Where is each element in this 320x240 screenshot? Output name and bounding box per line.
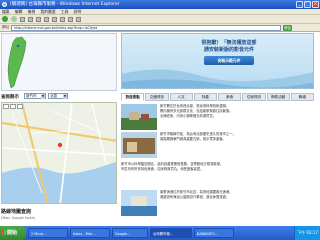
clock: 下午 03:17 — [297, 230, 318, 235]
refresh-icon[interactable] — [28, 16, 33, 22]
text-line: 北埔老街、內灣小鎮等觀光資源豐富。 — [160, 114, 217, 118]
stop-icon[interactable] — [20, 16, 25, 22]
district-value: 北區 — [50, 94, 58, 98]
start-button[interactable]: 開始 — [0, 226, 26, 240]
tab-culture[interactable]: 人文 — [169, 93, 193, 101]
taskbar: 開始 2 Micro... Inbox - Micr... Google... … — [0, 226, 320, 240]
pan-icon[interactable] — [17, 104, 23, 109]
left-column: 查詢縣市 新竹市 ▼ 北區 ▼ 路線地圖查詢 (Map: Google Eart… — [0, 32, 118, 226]
address-bar: 網址 http://inforce.moi.gov.tw/index.asp?t… — [0, 24, 320, 32]
tab-lodging[interactable]: 住宿資訊 — [242, 93, 266, 101]
menu-edit[interactable]: 編輯 — [15, 9, 23, 14]
banner-message: 很抱歉！「無法播放這部 — [201, 40, 257, 46]
text-line: 城隍廟與東門城為重要古蹟，吸引眾多遊客。 — [160, 137, 226, 141]
back-icon[interactable] — [2, 16, 8, 22]
taskbar-item-active[interactable]: 台灣縣市服... — [150, 228, 192, 238]
url-field[interactable]: http://inforce.moi.gov.tw/index.asp?tmp=… — [11, 24, 282, 31]
mail-icon[interactable] — [68, 16, 73, 22]
menu-favorites[interactable]: 我的最愛 — [40, 9, 55, 14]
window-title: [驗證碼] 台灣縣市服務 - Windows Internet Explorer — [10, 2, 120, 7]
favorites-icon[interactable] — [52, 16, 57, 22]
close-button[interactable]: × — [312, 1, 319, 8]
tab-festivals[interactable]: 節慶活動 — [266, 93, 290, 101]
text-line: 市區內有許多特色美食，如米粉與貢丸，深受遊客喜愛。 — [121, 167, 204, 171]
tab-contact[interactable]: 聯絡 — [290, 93, 314, 101]
menu-file[interactable]: 檔案 — [2, 9, 10, 14]
article-paragraph-4: 南寮漁港位於新竹市北區，為當地重要觀光漁港。 港邊設有海濱公園與自行車道，適合休… — [160, 190, 314, 200]
search-icon[interactable] — [44, 16, 49, 22]
tab-transport[interactable]: 交通資訊 — [145, 93, 169, 101]
article-photo — [121, 104, 157, 130]
article-paragraph-2: 新竹市舊稱竹塹，為台灣北部歷史悠久的城市之一。 城隍廟與東門城為重要古蹟，吸引眾… — [160, 132, 314, 142]
zoom-in-icon[interactable] — [3, 104, 9, 109]
forward-icon[interactable] — [11, 16, 17, 22]
page-content: 查詢縣市 新竹市 ▼ 北區 ▼ 路線地圖查詢 (Map: Google Eart… — [0, 32, 320, 226]
street-map[interactable] — [1, 102, 117, 204]
district-select[interactable]: 北區 ▼ — [48, 93, 68, 99]
region-label: 查詢縣市 — [1, 95, 19, 100]
taskbar-item[interactable]: Google... — [112, 228, 148, 238]
article-paragraph-1: 新竹縣位於台灣西北部，是臺灣科學技術重鎮。 縣內擁有多元族群文化，包括客家與原住… — [160, 104, 314, 119]
banner-message-2: 請安裝新版的影音元件 — [203, 47, 254, 53]
history-icon[interactable] — [60, 16, 65, 22]
install-component-button[interactable]: 安裝示範元件 — [204, 56, 254, 65]
article-photo — [121, 190, 157, 216]
print-icon[interactable] — [76, 16, 81, 22]
taskbar-item[interactable]: Inbox - Micr... — [70, 228, 110, 238]
map-section-subtitle: (Map: Google Earth) — [1, 216, 36, 220]
category-tabs: 旅遊景點 交通資訊 人文 特產 美食 住宿資訊 節慶活動 聯絡 — [121, 93, 314, 101]
article-photo — [121, 132, 157, 158]
taskbar-item[interactable]: 2 Micro... — [28, 228, 68, 238]
zoom-out-icon[interactable] — [10, 104, 16, 109]
right-column: 很抱歉！「無法播放這部 請安裝新版的影音元件 安裝示範元件 旅遊景點 交通資訊 … — [120, 32, 320, 226]
window-titlebar: [驗證碼] 台灣縣市服務 - Windows Internet Explorer… — [0, 0, 320, 9]
map-graphic — [2, 103, 116, 203]
home-icon[interactable] — [36, 16, 41, 22]
taiwan-island-icon — [7, 36, 27, 89]
internet-explorer-icon — [2, 2, 7, 7]
taiwan-map[interactable] — [1, 33, 117, 91]
text-line: 港邊設有海濱公園與自行車道，適合休閒旅遊。 — [160, 195, 230, 199]
tab-specialties[interactable]: 特產 — [193, 93, 217, 101]
taskbar-item[interactable]: BANKINFO... — [194, 228, 234, 238]
menu-tools[interactable]: 工具 — [61, 9, 69, 14]
county-select[interactable]: 新竹市 ▼ — [24, 93, 46, 99]
start-label: 開始 — [7, 230, 18, 236]
address-label: 網址 — [2, 25, 10, 29]
media-banner: 很抱歉！「無法播放這部 請安裝新版的影音元件 安裝示範元件 — [121, 33, 314, 89]
system-tray: 下午 03:17 — [294, 226, 320, 240]
tab-attractions[interactable]: 旅遊景點 — [121, 93, 145, 101]
go-button[interactable]: 移至 — [283, 24, 293, 31]
browser-toolbar — [0, 15, 320, 24]
map-section-title: 路線地圖查詢 — [1, 209, 32, 215]
minimize-button[interactable]: _ — [296, 1, 303, 8]
menu-help[interactable]: 說明 — [74, 9, 82, 14]
menu-view[interactable]: 檢視 — [28, 9, 36, 14]
maximize-button[interactable]: □ — [304, 1, 311, 8]
article-paragraph-3: 新竹市以科學園區聞名，高科技產業蓬勃發展，並帶動地方經濟繁榮。 市區內有許多特色… — [121, 162, 314, 172]
map-zoom-controls — [3, 104, 23, 109]
county-value: 新竹市 — [26, 94, 37, 98]
windows-logo-icon — [2, 230, 6, 235]
chevron-down-icon: ▼ — [63, 94, 67, 99]
chevron-down-icon: ▼ — [41, 94, 45, 99]
tab-food[interactable]: 美食 — [218, 93, 242, 101]
